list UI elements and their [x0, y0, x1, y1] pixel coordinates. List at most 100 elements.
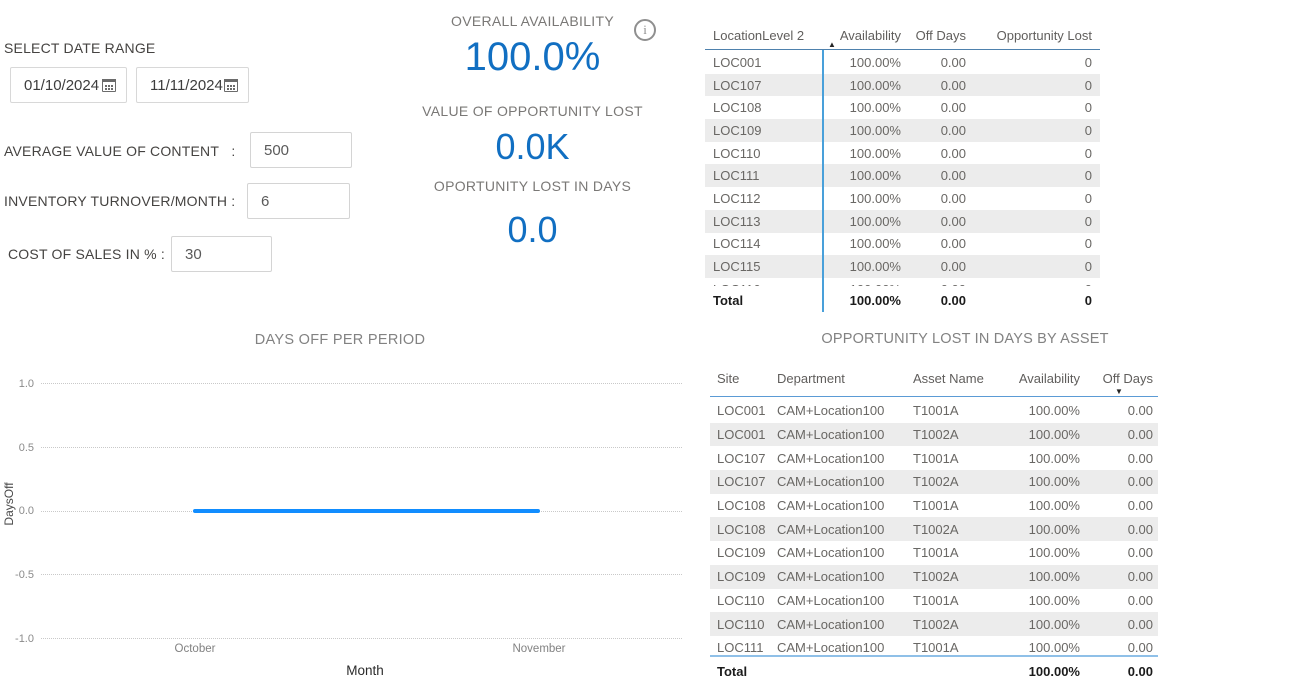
table-row[interactable]: LOC107 CAM+Location100 T1001A 100.00% 0.… [710, 446, 1158, 470]
table-row[interactable]: LOC113 100.00% 0.00 0 [705, 210, 1100, 233]
cell-site: LOC001 [710, 427, 775, 442]
table-row[interactable]: LOC115 100.00% 0.00 0 [705, 255, 1100, 278]
cell-off-days: 0.00 [1090, 474, 1158, 489]
cell-availability: 100.00% [822, 123, 905, 138]
table-row[interactable]: LOC112 100.00% 0.00 0 [705, 187, 1100, 210]
table-row[interactable]: LOC001 CAM+Location100 T1001A 100.00% 0.… [710, 399, 1158, 423]
cell-site: LOC110 [710, 617, 775, 632]
cell-department: CAM+Location100 [775, 427, 910, 442]
table-row[interactable]: LOC108 CAM+Location100 T1002A 100.00% 0.… [710, 517, 1158, 541]
turnover-input[interactable]: 6 [247, 183, 350, 219]
cell-off-days: 0.00 [905, 282, 970, 286]
table-row[interactable]: LOC108 100.00% 0.00 0 [705, 96, 1100, 119]
cell-asset: T1001A [910, 545, 1000, 560]
location-availability-table: LocationLevel 2 Availability Off Days Op… [705, 15, 1100, 312]
table-row[interactable]: LOC110 CAM+Location100 T1001A 100.00% 0.… [710, 589, 1158, 613]
cost-of-sales-value: 30 [185, 246, 202, 263]
cell-department: CAM+Location100 [775, 498, 910, 513]
cell-availability: 100.00% [822, 168, 905, 183]
col-header-assetname[interactable]: Asset Name [910, 371, 1000, 386]
cell-off-days: 0.00 [905, 259, 970, 274]
col-header-offdays[interactable]: Off Days [905, 28, 970, 43]
cell-department: CAM+Location100 [775, 403, 910, 418]
total-off-days: 0.00 [905, 293, 970, 308]
table-row[interactable]: LOC108 CAM+Location100 T1001A 100.00% 0.… [710, 494, 1158, 518]
table-row[interactable]: LOC116 100.00% 0.00 0 [705, 278, 1100, 286]
cell-availability: 100.00% [1000, 498, 1090, 513]
cell-availability: 100.00% [822, 282, 905, 286]
table-row[interactable]: LOC001 100.00% 0.00 0 [705, 51, 1100, 74]
x-tick-november: November [494, 643, 584, 655]
cell-site: LOC109 [710, 545, 775, 560]
table-row[interactable]: LOC111 CAM+Location100 T1001A 100.00% 0.… [710, 636, 1158, 655]
date-to-input[interactable]: 11/11/2024 [136, 67, 249, 103]
gridline-row: -1.0 [0, 607, 682, 671]
cell-availability: 100.00% [822, 55, 905, 70]
cell-department: CAM+Location100 [775, 569, 910, 584]
cell-opportunity-lost: 0 [970, 191, 1100, 206]
col-header-site[interactable]: Site [710, 371, 775, 386]
table-row[interactable]: LOC109 CAM+Location100 T1001A 100.00% 0.… [710, 541, 1158, 565]
total-availability: 100.00% [822, 293, 905, 308]
cell-department: CAM+Location100 [775, 593, 910, 608]
cell-off-days: 0.00 [905, 214, 970, 229]
cell-off-days: 0.00 [1090, 498, 1158, 513]
sort-descending-icon[interactable]: ▼ [1115, 388, 1123, 396]
cell-department: CAM+Location100 [775, 545, 910, 560]
table-row[interactable]: LOC111 100.00% 0.00 0 [705, 164, 1100, 187]
cell-department: CAM+Location100 [775, 522, 910, 537]
table-row[interactable]: LOC107 100.00% 0.00 0 [705, 74, 1100, 97]
cell-off-days: 0.00 [905, 123, 970, 138]
table-row[interactable]: LOC107 CAM+Location100 T1002A 100.00% 0.… [710, 470, 1158, 494]
date-to-value: 11/11/2024 [150, 77, 223, 94]
y-tick-label: -0.5 [0, 569, 34, 581]
gridline [41, 574, 682, 575]
date-from-input[interactable]: 01/10/2024 [10, 67, 127, 103]
calendar-icon[interactable] [224, 79, 238, 92]
table-row[interactable]: LOC110 CAM+Location100 T1002A 100.00% 0.… [710, 612, 1158, 636]
gridline-row: 0.5 [0, 416, 682, 480]
cell-off-days: 0.00 [905, 191, 970, 206]
cell-asset: T1002A [910, 569, 1000, 584]
col-header-locationlevel2[interactable]: LocationLevel 2 [705, 28, 822, 43]
cell-opportunity-lost: 0 [970, 168, 1100, 183]
sort-ascending-icon[interactable]: ▲ [828, 41, 836, 49]
asset-opportunity-table: OPPORTUNITY LOST IN DAYS BY ASSET Site D… [710, 330, 1158, 690]
location-table-total-row: Total 100.00% 0.00 0 [705, 288, 1100, 312]
table-row[interactable]: LOC114 100.00% 0.00 0 [705, 233, 1100, 256]
table-row[interactable]: LOC110 100.00% 0.00 0 [705, 142, 1100, 165]
cell-location: LOC113 [705, 214, 822, 229]
table-row[interactable]: LOC001 CAM+Location100 T1002A 100.00% 0.… [710, 423, 1158, 447]
col-header-offdays[interactable]: Off Days [1090, 371, 1158, 386]
cost-of-sales-input[interactable]: 30 [171, 236, 272, 272]
asset-table-title: OPPORTUNITY LOST IN DAYS BY ASSET [740, 331, 1190, 347]
gridline [41, 383, 682, 384]
kpi-availability-label: OVERALL AVAILABILITY [400, 13, 665, 29]
cell-off-days: 0.00 [1090, 403, 1158, 418]
col-header-availability[interactable]: Availability [1000, 371, 1090, 386]
cell-off-days: 0.00 [905, 146, 970, 161]
calendar-icon[interactable] [102, 79, 116, 92]
kpi-opportunity-days-value: 0.0 [400, 209, 665, 251]
cell-off-days: 0.00 [1090, 522, 1158, 537]
total-label: Total [710, 664, 775, 679]
cell-availability: 100.00% [822, 78, 905, 93]
col-header-opportunitylost[interactable]: Opportunity Lost [970, 28, 1100, 43]
table-row[interactable]: LOC109 100.00% 0.00 0 [705, 119, 1100, 142]
y-tick-label: 0.5 [0, 442, 34, 454]
turnover-label: INVENTORY TURNOVER/MONTH : [4, 193, 235, 209]
cell-location: LOC115 [705, 259, 822, 274]
table-row[interactable]: LOC109 CAM+Location100 T1002A 100.00% 0.… [710, 565, 1158, 589]
kpi-opportunity-value: 0.0K [400, 126, 665, 168]
cell-location: LOC108 [705, 100, 822, 115]
cell-opportunity-lost: 0 [970, 55, 1100, 70]
avg-value-input[interactable]: 500 [250, 132, 352, 168]
cell-availability: 100.00% [1000, 640, 1090, 655]
cell-asset: T1002A [910, 522, 1000, 537]
y-tick-label: -1.0 [0, 633, 34, 645]
cell-off-days: 0.00 [905, 55, 970, 70]
col-header-department[interactable]: Department [775, 371, 910, 386]
info-icon[interactable]: i [634, 19, 656, 41]
total-divider [710, 655, 1158, 657]
avg-value: 500 [264, 142, 289, 159]
